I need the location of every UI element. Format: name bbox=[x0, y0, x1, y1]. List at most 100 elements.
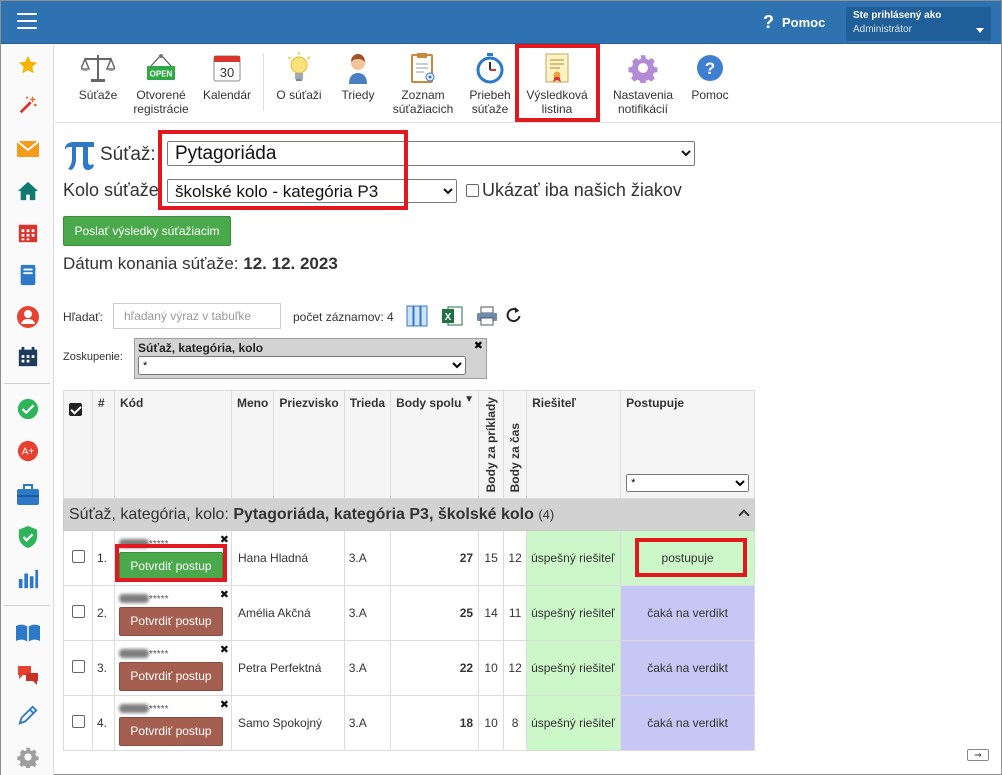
menu-icon[interactable] bbox=[17, 13, 37, 29]
gear-icon[interactable] bbox=[14, 743, 42, 771]
confirm-advance-button[interactable]: Potvrdiť postup bbox=[119, 716, 223, 746]
code-cell: ***** ✖ Potvrdiť postup bbox=[114, 585, 232, 641]
advance-status[interactable]: čaká na verdikt bbox=[620, 640, 756, 696]
confirm-advance-button[interactable]: Potvrdiť postup bbox=[119, 606, 223, 636]
lightbulb-icon bbox=[281, 50, 317, 86]
confirm-advance-button[interactable]: Potvrdiť postup bbox=[119, 661, 223, 691]
notebook-icon[interactable] bbox=[14, 261, 42, 289]
chat-icon[interactable] bbox=[14, 661, 42, 689]
record-count: počet záznamov: 4 bbox=[293, 310, 394, 324]
home-icon[interactable] bbox=[14, 177, 42, 205]
print-icon[interactable] bbox=[476, 306, 498, 331]
col-solver[interactable]: Riešiteľ bbox=[526, 390, 622, 499]
table-row: 2. ***** ✖ Potvrdiť postup Amélia Akčná … bbox=[63, 585, 756, 641]
schedule-icon[interactable] bbox=[14, 343, 42, 371]
award-icon[interactable]: A+ bbox=[14, 437, 42, 465]
col-code[interactable]: Kód bbox=[114, 390, 232, 499]
toolbar-help[interactable]: ? Pomoc bbox=[685, 50, 735, 118]
book-icon[interactable] bbox=[14, 619, 42, 647]
col-time-points[interactable]: Body za čas bbox=[503, 390, 528, 499]
scales-icon bbox=[80, 50, 116, 86]
scroll-right-icon[interactable]: ⇒ bbox=[967, 749, 989, 761]
toolbar-progress[interactable]: Priebeh súťaže bbox=[463, 50, 517, 118]
row-checkbox[interactable] bbox=[71, 715, 85, 728]
select-all-checkbox[interactable] bbox=[69, 403, 82, 416]
search-input[interactable]: hľadaný výraz v tabuľke bbox=[113, 303, 281, 329]
row-checkbox[interactable] bbox=[71, 660, 85, 673]
user-menu[interactable]: Ste prihlásený ako Administrátor bbox=[846, 7, 991, 41]
shield-check-icon[interactable] bbox=[14, 523, 42, 551]
col-name[interactable]: Meno bbox=[230, 390, 275, 499]
close-icon[interactable]: ✖ bbox=[220, 588, 229, 601]
col-task-points[interactable]: Body za príklady bbox=[478, 390, 505, 499]
close-icon[interactable]: ✖ bbox=[220, 643, 229, 656]
round-label: Kolo súťaže bbox=[63, 180, 159, 200]
grouping-box: Súťaž, kategória, kolo ✖ * bbox=[134, 338, 487, 379]
date-value: 12. 12. 2023 bbox=[243, 254, 338, 273]
chevron-down-icon bbox=[976, 28, 984, 33]
advance-status[interactable]: čaká na verdikt bbox=[620, 585, 756, 641]
sidebar: A+ bbox=[1, 45, 54, 775]
highlight-confirm-button bbox=[115, 544, 227, 582]
grouping-label: Zoskupenie: bbox=[63, 351, 123, 363]
highlight-competition-select bbox=[158, 130, 408, 210]
col-advances[interactable]: Postupuje * bbox=[620, 390, 756, 499]
toolbar-about[interactable]: O súťaži bbox=[269, 50, 329, 118]
solver-status: úspešný riešiteľ bbox=[526, 585, 622, 641]
col-surname[interactable]: Priezvisko bbox=[273, 390, 345, 499]
table-row: 3. ***** ✖ Potvrdiť postup Petra Perfekt… bbox=[63, 640, 756, 696]
stopwatch-icon bbox=[472, 50, 508, 86]
advances-filter-select[interactable]: * bbox=[626, 474, 750, 492]
excel-icon[interactable]: X bbox=[441, 305, 463, 332]
student-icon bbox=[340, 50, 376, 86]
svg-text:A+: A+ bbox=[22, 447, 35, 458]
only-ours-label: Ukázať iba našich žiakov bbox=[482, 180, 682, 200]
grouping-select[interactable]: * bbox=[138, 356, 466, 375]
row-checkbox[interactable] bbox=[71, 550, 85, 563]
toolbar-participants[interactable]: Zoznam súťažiacich bbox=[387, 50, 459, 118]
col-num: # bbox=[92, 390, 115, 499]
col-class[interactable]: Trieda bbox=[343, 390, 392, 499]
toolbar-competitions[interactable]: Súťaže bbox=[73, 50, 123, 118]
toolbar-classes[interactable]: Triedy bbox=[335, 50, 381, 118]
date-row: Dátum konania súťaže: 12. 12. 2023 bbox=[63, 254, 338, 274]
toolbar-open-registrations[interactable]: OPEN Otvorené registrácie bbox=[129, 50, 193, 118]
check-circle-icon[interactable] bbox=[14, 395, 42, 423]
star-icon[interactable] bbox=[14, 51, 42, 79]
solver-status: úspešný riešiteľ bbox=[526, 640, 622, 696]
help-link[interactable]: ? Pomoc bbox=[763, 13, 825, 31]
svg-text:X: X bbox=[445, 312, 452, 323]
code-cell: ***** ✖ Potvrdiť postup bbox=[114, 695, 232, 751]
solver-status: úspešný riešiteľ bbox=[526, 530, 622, 586]
mail-icon[interactable] bbox=[14, 135, 42, 163]
toolbar-calendar[interactable]: 30 Kalendár bbox=[199, 50, 255, 118]
top-bar: ? Pomoc Ste prihlásený ako Administrátor bbox=[1, 1, 1001, 44]
close-icon[interactable]: ✖ bbox=[220, 698, 229, 711]
chevron-up-icon[interactable] bbox=[738, 509, 750, 521]
only-ours-checkbox[interactable] bbox=[466, 184, 479, 197]
bar-chart-icon[interactable] bbox=[14, 565, 42, 593]
competition-label: Súťaž: bbox=[100, 144, 156, 165]
close-icon[interactable]: ✖ bbox=[474, 339, 483, 352]
pencil-icon[interactable] bbox=[14, 701, 42, 729]
advance-status[interactable]: čaká na verdikt bbox=[620, 695, 756, 751]
solver-status: úspešný riešiteľ bbox=[526, 695, 622, 751]
row-checkbox[interactable] bbox=[71, 605, 85, 618]
group-title: Pytagoriáda, kategória P3, školské kolo bbox=[233, 505, 534, 523]
svg-text:30: 30 bbox=[220, 65, 234, 80]
calendar-grid-icon[interactable] bbox=[14, 219, 42, 247]
briefcase-icon[interactable] bbox=[14, 481, 42, 509]
columns-icon[interactable] bbox=[406, 305, 428, 332]
help-icon: ? bbox=[692, 50, 728, 86]
person-icon[interactable] bbox=[14, 303, 42, 331]
toolbar-notification-settings[interactable]: Nastavenia notifikácií bbox=[607, 50, 679, 118]
pi-icon bbox=[62, 139, 96, 176]
refresh-icon[interactable] bbox=[504, 306, 522, 329]
group-row[interactable]: Súťaž, kategória, kolo: Pytagoriáda, kat… bbox=[62, 498, 756, 531]
send-results-button[interactable]: Poslať výsledky súťažiacim bbox=[63, 216, 231, 246]
table-row: 4. ***** ✖ Potvrdiť postup Samo Spokojný… bbox=[63, 695, 756, 751]
date-label: Dátum konania súťaže: bbox=[63, 254, 239, 273]
search-label: Hľadať: bbox=[63, 310, 104, 324]
magic-wand-icon[interactable] bbox=[14, 91, 42, 119]
col-total[interactable]: Body spolu ▼ bbox=[390, 390, 480, 499]
